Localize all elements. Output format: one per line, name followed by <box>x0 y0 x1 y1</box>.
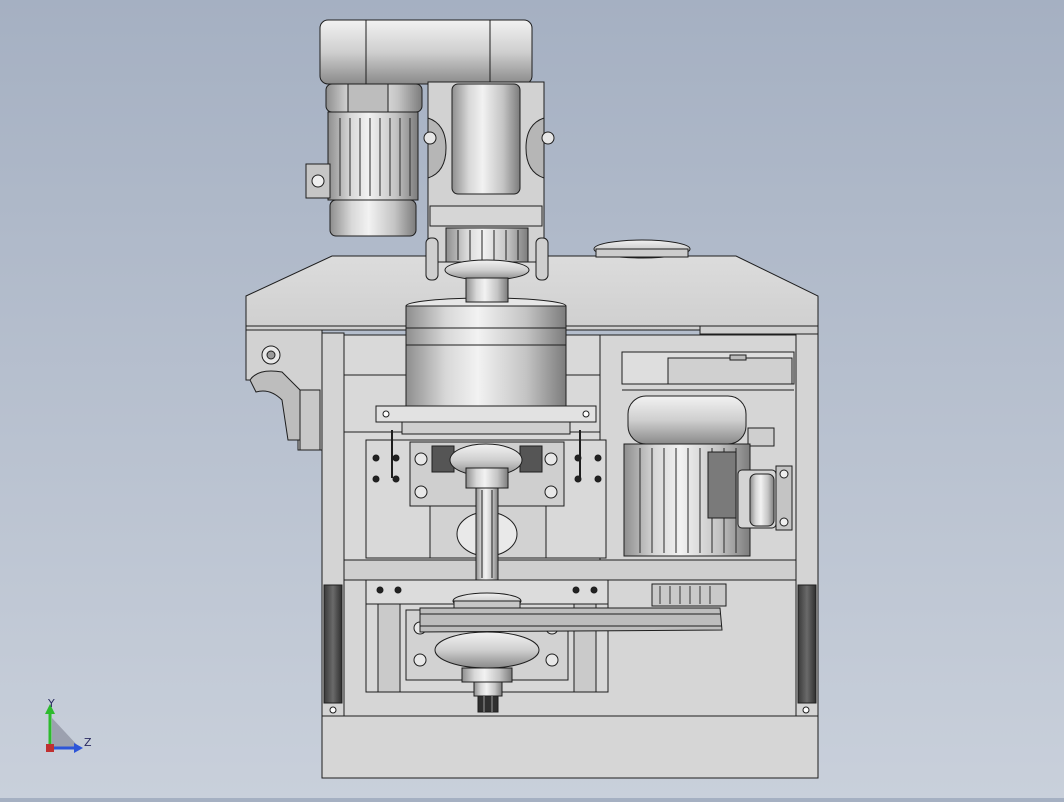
origin-marker <box>46 744 54 752</box>
corner-post-left <box>321 332 345 717</box>
cad-viewport[interactable]: Y Z <box>0 0 1064 798</box>
left-bracket <box>245 329 323 451</box>
corner-post-right <box>795 332 819 717</box>
machine-assembly-drawing[interactable]: Y Z <box>0 0 1064 798</box>
gearbox-housing <box>319 19 533 85</box>
z-axis-label: Z <box>84 736 92 749</box>
y-axis-label: Y <box>47 697 55 710</box>
spindle-housing <box>375 297 597 435</box>
coordinate-triad: Y Z <box>45 697 92 753</box>
top-gearmotor <box>305 83 423 237</box>
